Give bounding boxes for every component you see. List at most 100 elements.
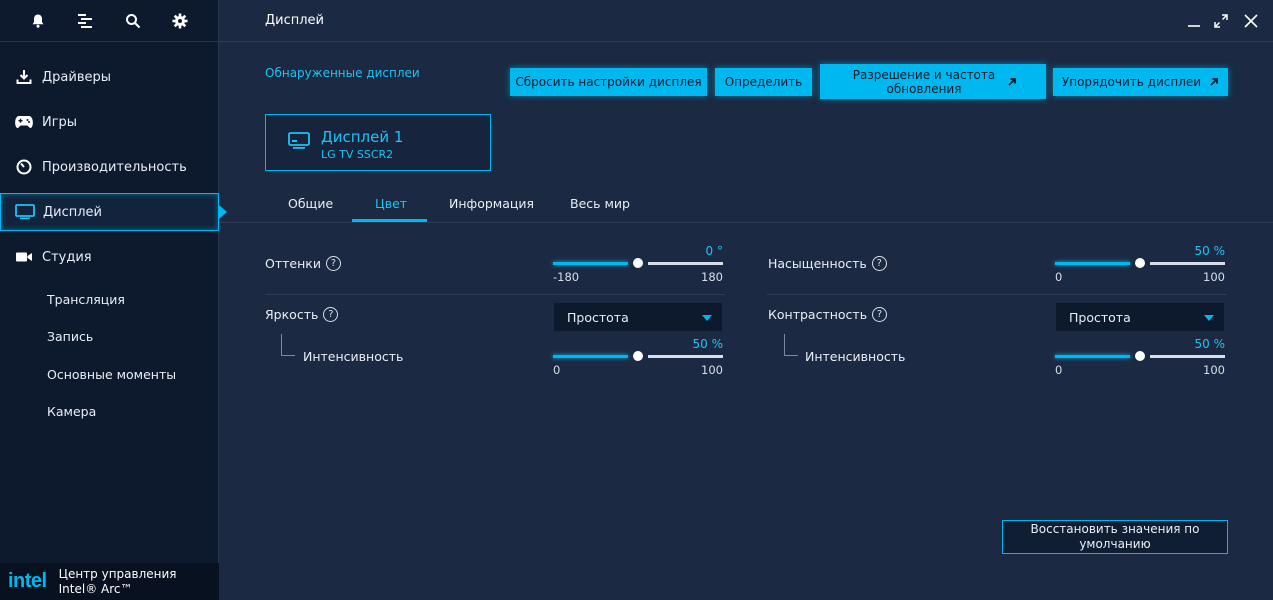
contrast-label: Контрастность ?: [768, 307, 888, 322]
slider-max: 100: [1203, 270, 1225, 284]
slider-min: -180: [553, 270, 580, 284]
select-value: Простота: [567, 309, 629, 325]
slider-track-empty: [1150, 355, 1225, 358]
button-label: Определить: [724, 75, 803, 89]
search-icon[interactable]: [123, 11, 143, 31]
caret-down-icon: [1204, 315, 1214, 321]
slider-min: 0: [1055, 363, 1063, 377]
external-link-icon: [1007, 77, 1017, 87]
tab-information[interactable]: Информация: [449, 196, 534, 211]
restore-defaults-button[interactable]: Восстановить значения по умолчанию: [1002, 520, 1228, 554]
help-icon[interactable]: ?: [871, 256, 887, 271]
display-name: Дисплей 1: [321, 128, 404, 146]
sidebar-toolbar: [0, 0, 218, 42]
brand-footer: intel Центр управления Intel® Arc™: [0, 563, 219, 600]
slider-thumb[interactable]: [633, 351, 643, 361]
sidebar-subitem-highlights[interactable]: Основные моменты: [47, 367, 176, 382]
sidebar-item-label: Дисплей: [43, 204, 103, 220]
slider-track-filled: [1055, 355, 1130, 358]
saturation-slider[interactable]: 50 % 0 100: [1055, 244, 1225, 284]
sidebar-subitem-recording[interactable]: Запись: [47, 329, 93, 344]
slider-track-filled: [553, 355, 628, 358]
intel-logo: intel: [8, 570, 47, 592]
active-indicator: [219, 205, 227, 219]
reset-display-settings-button[interactable]: Сбросить настройки дисплея: [510, 68, 707, 96]
saturation-label-text: Насыщенность: [768, 256, 867, 271]
sidebar-item-games[interactable]: Игры: [0, 103, 219, 141]
brightness-label: Яркость ?: [265, 307, 339, 322]
bell-icon[interactable]: [28, 11, 48, 31]
slider-max: 100: [701, 363, 723, 377]
button-label: Сбросить настройки дисплея: [515, 75, 702, 89]
sidebar-item-label: Производительность: [42, 159, 187, 175]
gear-icon[interactable]: [170, 11, 190, 31]
camera-icon: [14, 247, 34, 267]
monitor-icon: [288, 132, 310, 154]
display-model: LG TV SSCR2: [321, 148, 394, 161]
brightness-intensity-slider[interactable]: 50 % 0 100: [553, 337, 723, 377]
page-title: Дисплей: [265, 13, 325, 28]
identify-button[interactable]: Определить: [715, 68, 812, 96]
sidebar-item-label: Драйверы: [42, 69, 111, 85]
slider-value: 50 %: [1194, 337, 1226, 351]
slider-value: 50 %: [692, 337, 724, 351]
hue-label: Оттенки ?: [265, 256, 341, 271]
detected-displays-label: Обнаруженные дисплеи: [265, 66, 420, 80]
contrast-label-text: Контрастность: [768, 307, 868, 322]
slider-track-empty: [648, 262, 723, 265]
external-link-icon: [1209, 77, 1219, 87]
sidebar-subitem-camera[interactable]: Камера: [47, 404, 96, 419]
brightness-label-text: Яркость: [265, 307, 319, 322]
help-icon[interactable]: ?: [325, 256, 341, 271]
resolution-refresh-button[interactable]: Разрешение и частота обновления: [820, 64, 1046, 99]
brightness-intensity-label: Интенсивность: [303, 349, 404, 364]
button-label: Восстановить значения по умолчанию: [1030, 522, 1200, 551]
saturation-label: Насыщенность ?: [768, 256, 887, 271]
list-icon[interactable]: [75, 11, 95, 31]
help-icon[interactable]: ?: [323, 307, 339, 322]
caret-down-icon: [702, 315, 712, 321]
brand-text: Центр управления Intel® Arc™: [59, 567, 177, 597]
row-divider: [767, 294, 1227, 295]
slider-min: 0: [553, 363, 561, 377]
arrange-displays-button[interactable]: Упорядочить дисплеи: [1053, 68, 1228, 96]
select-value: Простота: [1069, 309, 1131, 325]
download-icon: [14, 67, 34, 87]
minimize-icon[interactable]: [1185, 12, 1203, 30]
row-divider: [265, 294, 725, 295]
hue-slider[interactable]: 0 ° -180 180: [553, 244, 723, 284]
slider-thumb[interactable]: [633, 258, 643, 268]
maximize-icon[interactable]: [1212, 12, 1230, 30]
button-label: Упорядочить дисплеи: [1061, 75, 1202, 89]
tab-general[interactable]: Общие: [288, 196, 333, 211]
tree-connector: [281, 334, 295, 356]
help-icon[interactable]: ?: [872, 307, 888, 322]
contrast-select[interactable]: Простота: [1056, 303, 1224, 331]
slider-min: 0: [1055, 270, 1063, 284]
slider-track-filled: [553, 262, 628, 265]
sidebar-item-studio[interactable]: Студия: [0, 238, 219, 276]
tree-connector: [784, 334, 798, 356]
slider-max: 180: [701, 270, 723, 284]
sidebar-item-label: Студия: [42, 249, 92, 265]
sidebar: Драйверы Игры Производительность Дисплей…: [0, 0, 227, 600]
brand-line-1: Центр управления: [58, 566, 177, 581]
slider-track-empty: [1150, 262, 1225, 265]
slider-track-filled: [1055, 262, 1130, 265]
display-card[interactable]: Дисплей 1 LG TV SSCR2: [265, 114, 491, 171]
monitor-icon: [15, 202, 35, 222]
sidebar-item-performance[interactable]: Производительность: [0, 148, 219, 186]
contrast-intensity-slider[interactable]: 50 % 0 100: [1055, 337, 1225, 377]
slider-value: 0 °: [705, 244, 723, 258]
sidebar-item-drivers[interactable]: Драйверы: [0, 58, 219, 96]
close-icon[interactable]: [1242, 12, 1260, 30]
slider-thumb[interactable]: [1135, 258, 1145, 268]
gamepad-icon: [14, 112, 34, 132]
brightness-select[interactable]: Простота: [554, 303, 722, 331]
sidebar-subitem-broadcast[interactable]: Трансляция: [47, 292, 125, 307]
slider-thumb[interactable]: [1135, 351, 1145, 361]
sidebar-item-display[interactable]: Дисплей: [0, 193, 227, 231]
brand-line-2: Intel® Arc™: [58, 581, 133, 596]
tab-color[interactable]: Цвет: [375, 196, 407, 211]
tab-whole-world[interactable]: Весь мир: [570, 196, 630, 211]
